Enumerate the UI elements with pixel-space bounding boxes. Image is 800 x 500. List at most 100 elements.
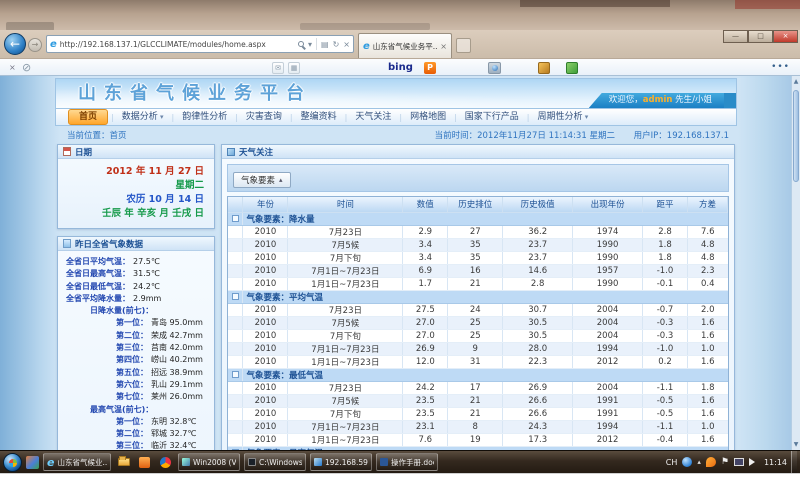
taskbar-app-button-3[interactable]: 192.168.59.99... [310, 453, 372, 471]
table-row[interactable]: 20107月下旬3.43523.719901.84.8 [228, 251, 728, 264]
start-button[interactable] [3, 453, 22, 472]
paw-icon[interactable] [538, 62, 550, 74]
taskbar-app-button-1[interactable]: Win2008 (VS2... [178, 453, 240, 471]
column-header-6[interactable]: 出现年份 [573, 197, 643, 212]
table-row[interactable]: 20107月23日27.52430.72004-0.72.0 [228, 303, 728, 316]
table-cell: 36.2 [503, 225, 573, 238]
search-dropdown-icon[interactable]: ▾ [308, 40, 312, 49]
nav-item-3[interactable]: 韵律性分析 [174, 108, 235, 126]
url-text[interactable]: http://192.168.137.1/GLCCLIMATE/modules/… [60, 40, 295, 49]
forward-button[interactable]: → [28, 38, 42, 52]
tab-close-icon[interactable]: × [440, 42, 447, 51]
language-indicator[interactable]: CH [666, 458, 678, 467]
nav-item-8[interactable]: 国家下行产品 [457, 108, 527, 126]
group-label: 气象要素：平均气温 [243, 290, 728, 303]
table-row[interactable]: 20101月1日~7月23日12.03122.320120.21.6 [228, 355, 728, 368]
scrollbar-thumb[interactable] [793, 90, 799, 182]
show-hidden-icons-icon[interactable]: ▴ [697, 458, 701, 466]
nav-item-1[interactable]: 首页 [68, 109, 108, 125]
table-cell: 7月5候 [288, 316, 403, 329]
address-bar[interactable]: e http://192.168.137.1/GLCCLIMATE/module… [46, 35, 354, 53]
column-header-7[interactable]: 距平 [643, 197, 688, 212]
puzzle-icon[interactable] [566, 62, 578, 74]
collapse-checkbox[interactable] [232, 215, 239, 222]
table-row[interactable]: 20107月5候3.43523.719901.84.8 [228, 238, 728, 251]
table-row[interactable]: 20107月1日~7月23日26.9928.01994-1.01.0 [228, 342, 728, 355]
table-row[interactable]: 20107月下旬23.52126.61991-0.51.6 [228, 407, 728, 420]
collapse-checkbox[interactable] [232, 371, 239, 378]
table-cell: 30.7 [503, 303, 573, 316]
table-cell: 3.4 [403, 238, 448, 251]
network-status-icon[interactable] [734, 458, 744, 466]
collapse-checkbox[interactable] [232, 293, 239, 300]
table-row[interactable]: 20107月下旬27.02530.52004-0.31.6 [228, 329, 728, 342]
network-globe-icon[interactable] [682, 457, 692, 467]
nav-item-2[interactable]: 数据分析 ▾ [114, 108, 172, 126]
taskbar-pinned-button[interactable] [136, 454, 153, 471]
quick-launch-icon[interactable] [26, 456, 39, 469]
taskbar-media-button[interactable] [157, 454, 174, 471]
p-badge-icon[interactable]: P [424, 62, 436, 74]
table-row[interactable]: 20107月5候27.02530.52004-0.31.6 [228, 316, 728, 329]
table-row[interactable]: 20107月5候23.52126.61991-0.51.6 [228, 394, 728, 407]
main-nav: 首页|数据分析 ▾|韵律性分析|灾害查询|整编资料|天气关注|网格地图|国家下行… [55, 108, 737, 126]
date-line-3: 农历 10 月 14 日 [68, 193, 204, 207]
weather-rank-item: 第三位：莒南 42.0mm [64, 342, 210, 354]
column-header-4[interactable]: 历史排位 [448, 197, 503, 212]
element-filter-button[interactable]: 气象要素 ▴ [233, 172, 291, 188]
taskbar-app-button-4[interactable]: 操作手册.docx -... [376, 453, 438, 471]
nav-item-5[interactable]: 整编资料 [293, 108, 345, 126]
search-icon[interactable] [298, 41, 304, 47]
volume-icon[interactable] [749, 458, 759, 466]
nav-item-4[interactable]: 灾害查询 [238, 108, 290, 126]
taskbar-explorer-button[interactable] [115, 454, 132, 471]
screen: ← → e http://192.168.137.1/GLCCLIMATE/mo… [0, 0, 800, 500]
table-row[interactable]: 20107月1日~7月23日6.91614.61957-1.02.3 [228, 264, 728, 277]
column-header-2[interactable]: 时间 [288, 197, 403, 212]
browser-tab[interactable]: e 山东省气候业务平... × [358, 33, 452, 58]
column-header-3[interactable]: 数值 [403, 197, 448, 212]
taskbar-app-button-2[interactable]: C:\Windows\s... [244, 453, 306, 471]
vertical-scrollbar[interactable]: ▲ ▼ [791, 76, 800, 450]
bing-logo[interactable]: bing [388, 62, 413, 73]
table-group-row[interactable]: 气象要素：降水量 [228, 212, 728, 225]
minimize-button[interactable]: — [723, 30, 748, 43]
compatibility-icon[interactable]: ▤ [321, 40, 329, 49]
table-row[interactable]: 20107月23日2.92736.219742.87.6 [228, 225, 728, 238]
back-button[interactable]: ← [4, 33, 26, 55]
table-row[interactable]: 20101月1日~7月23日7.61917.32012-0.41.6 [228, 433, 728, 446]
table-cell: 4.8 [688, 238, 728, 251]
table-row[interactable]: 20101月1日~7月23日1.7212.81990-0.10.4 [228, 277, 728, 290]
scroll-down-icon[interactable]: ▼ [792, 441, 800, 448]
action-center-flag-icon[interactable]: ⚑ [721, 458, 729, 467]
grid-icon[interactable]: ▦ [288, 62, 300, 74]
close-pane-icon[interactable]: × [9, 63, 16, 72]
column-header-5[interactable]: 历史极值 [503, 197, 573, 212]
table-group-row[interactable]: 气象要素：最低气温 [228, 368, 728, 381]
stop-icon[interactable]: × [343, 40, 350, 49]
tray-app-icon[interactable] [706, 457, 716, 467]
new-tab-button[interactable] [456, 38, 471, 53]
more-options-icon[interactable]: ••• [771, 62, 790, 72]
table-cell: 23.7 [503, 251, 573, 264]
refresh-icon[interactable]: ↻ [333, 40, 340, 49]
blocked-icon[interactable]: ⊘ [22, 61, 31, 74]
table-cell: -0.7 [643, 303, 688, 316]
nav-item-6[interactable]: 天气关注 [347, 108, 399, 126]
table-group-row[interactable]: 气象要素：平均气温 [228, 290, 728, 303]
scroll-up-icon[interactable]: ▲ [792, 78, 800, 85]
nav-item-9[interactable]: 周期性分析 ▾ [530, 108, 597, 126]
mail-icon[interactable]: ✉ [272, 62, 284, 74]
column-header-1[interactable]: 年份 [243, 197, 288, 212]
camera-icon[interactable] [488, 62, 501, 74]
table-row[interactable]: 20107月23日24.21726.92004-1.11.8 [228, 381, 728, 394]
maximize-button[interactable]: □ [748, 30, 773, 43]
show-desktop-button[interactable] [791, 451, 797, 474]
column-header-8[interactable]: 方差 [688, 197, 728, 212]
clock[interactable]: 11:14 [764, 458, 787, 467]
table-row[interactable]: 20107月1日~7月23日23.1824.31994-1.11.0 [228, 420, 728, 433]
table-cell: 1991 [573, 394, 643, 407]
nav-item-7[interactable]: 网格地图 [402, 108, 454, 126]
close-button[interactable]: × [773, 30, 798, 43]
taskbar-ie-button[interactable]: e 山东省气候业... [43, 453, 111, 471]
